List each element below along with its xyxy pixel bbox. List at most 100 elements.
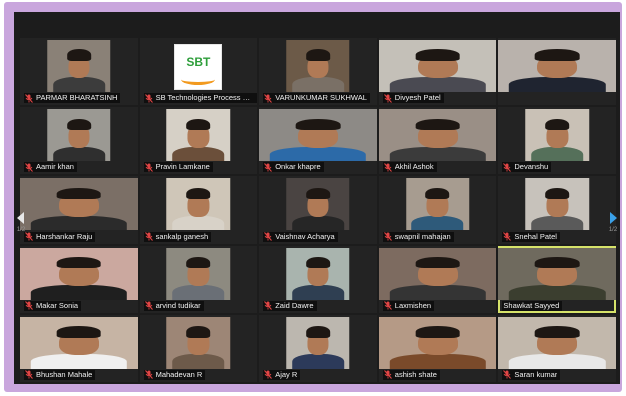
participant-name: PARMAR BHARATSINH: [36, 93, 118, 103]
muted-mic-icon: [144, 301, 153, 311]
participant-body: [172, 146, 225, 162]
participant-hair: [66, 49, 91, 61]
participant-hair: [66, 118, 91, 130]
participant-body: [291, 77, 345, 92]
muted-mic-icon: [503, 163, 512, 172]
participant-hair: [534, 326, 580, 338]
participant-hair: [545, 187, 570, 200]
participant-name-label: Devanshu: [502, 162, 552, 173]
participant-name: Snehal Patel: [514, 231, 557, 241]
participant-hair: [305, 326, 331, 338]
participant-video: [286, 247, 350, 300]
participant-name: Devanshu: [514, 162, 549, 172]
page-indicator: 1/2: [608, 226, 618, 233]
participant-video: [498, 40, 616, 92]
participant-name-label: Mahadevan R: [143, 369, 206, 380]
participant-video: [378, 316, 497, 369]
next-page-button[interactable]: 1/2: [606, 202, 620, 242]
participant-body: [389, 77, 486, 92]
participant-tile[interactable]: VARUNKUMAR SUKHWAL: [259, 38, 377, 106]
participant-video: [378, 109, 497, 162]
participant-name: Laxmishen: [394, 300, 432, 310]
participant-body: [411, 215, 464, 231]
participant-hair: [415, 49, 460, 61]
participant-tile[interactable]: Zaid Dawre: [259, 245, 377, 313]
participant-hair: [305, 49, 331, 61]
participant-body: [291, 285, 345, 300]
participant-video: [405, 178, 470, 231]
participant-tile[interactable]: Makar Sonia: [20, 245, 138, 313]
participant-body: [291, 215, 345, 231]
participant-tile[interactable]: [498, 38, 616, 106]
participant-name-label: SB Technologies Process D...: [143, 93, 257, 104]
participant-tile[interactable]: SBT SB Technologies Process D...: [139, 38, 258, 106]
previous-page-button[interactable]: 1/2: [14, 202, 28, 242]
participant-body: [30, 215, 128, 231]
muted-mic-icon: [264, 301, 273, 311]
participant-tile[interactable]: Harshankar Raju: [20, 176, 138, 244]
participant-tile[interactable]: Mahadevan R: [139, 314, 258, 382]
participant-tile[interactable]: sankalp ganesh: [139, 176, 258, 244]
participant-tile[interactable]: swapnil mahajan: [378, 176, 497, 244]
participant-body: [172, 354, 225, 369]
window-frame: PARMAR BHARATSINH SBT SB Technologies Proc…: [4, 2, 622, 392]
participant-video: [525, 109, 589, 162]
participant-video: [166, 247, 231, 300]
participant-video: [20, 247, 138, 300]
participant-name-label: Pravin Lamkane: [143, 162, 213, 173]
participant-video: [286, 316, 350, 369]
participant-name-label: Snehal Patel: [502, 231, 560, 242]
participant-video: [166, 178, 231, 231]
participant-hair: [56, 187, 102, 200]
muted-mic-icon: [383, 370, 392, 380]
participant-name: Shawkat Sayyed: [503, 300, 560, 310]
participant-name: arvind tudikar: [155, 300, 201, 310]
participant-tile[interactable]: ashish shate: [378, 314, 497, 382]
participant-name: Mahadevan R: [155, 369, 203, 379]
participant-tile[interactable]: Akhil Ashok: [378, 107, 497, 175]
participant-tile[interactable]: Divyesh Patel: [378, 38, 497, 106]
participant-name-label: Akhil Ashok: [382, 162, 437, 173]
participant-hair: [186, 326, 211, 338]
participant-hair: [415, 118, 460, 130]
participant-video: [166, 109, 231, 162]
participant-name-label: Harshankar Raju: [24, 231, 96, 242]
participant-body: [389, 146, 486, 162]
participant-video: [259, 109, 377, 162]
participant-video: [20, 316, 138, 369]
participant-tile[interactable]: Aamir khan: [20, 107, 138, 175]
participant-tile[interactable]: Shawkat Sayyed: [498, 245, 616, 313]
participant-video: [47, 40, 111, 92]
participant-tile[interactable]: arvind tudikar: [139, 245, 258, 313]
participant-video: [286, 178, 350, 231]
participant-tile[interactable]: PARMAR BHARATSINH: [20, 38, 138, 106]
participant-tile[interactable]: Snehal Patel: [498, 176, 616, 244]
participant-tile[interactable]: Pravin Lamkane: [139, 107, 258, 175]
participant-tile[interactable]: Saran kumar: [498, 314, 616, 382]
participant-name: sankalp ganesh: [155, 231, 209, 241]
participant-name-label: Vaishnav Acharya: [263, 231, 338, 242]
participant-hair: [186, 118, 211, 130]
participant-name-label: Laxmishen: [382, 300, 435, 311]
participant-tile[interactable]: Devanshu: [498, 107, 616, 175]
participant-tile[interactable]: Vaishnav Acharya: [259, 176, 377, 244]
chevron-left-icon: [17, 211, 24, 224]
participant-name-label: Saran kumar: [502, 369, 561, 380]
participant-body: [172, 215, 225, 231]
participant-tile[interactable]: Onkar khapre: [259, 107, 377, 175]
participant-hair: [534, 256, 580, 269]
participant-name: Divyesh Patel: [394, 93, 441, 103]
participant-body: [508, 77, 606, 92]
participant-grid: PARMAR BHARATSINH SBT SB Technologies Proc…: [20, 38, 616, 382]
participant-hair: [305, 187, 331, 200]
participant-tile[interactable]: Ajay R: [259, 314, 377, 382]
participant-tile[interactable]: Bhushan Mahale: [20, 314, 138, 382]
participant-body: [269, 146, 367, 162]
participant-tile[interactable]: Laxmishen: [378, 245, 497, 313]
participant-video: [47, 109, 111, 162]
participant-name-label: Ajay R: [263, 369, 301, 380]
participant-hair: [295, 118, 341, 130]
participant-name: Saran kumar: [514, 369, 558, 379]
participant-name-label: Makar Sonia: [24, 300, 82, 311]
participant-name-label: Zaid Dawre: [263, 300, 317, 311]
